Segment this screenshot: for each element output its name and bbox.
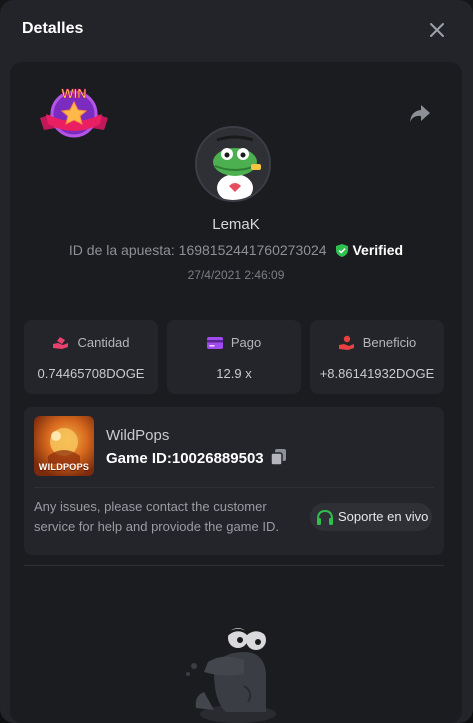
verified-label: Verified [352,242,404,258]
close-icon[interactable] [427,20,447,40]
stat-profit-value: +8.86141932DOGE [319,366,435,381]
stat-payout: Pago 12.9 x [167,320,301,394]
stat-amount-value: 0.74465708DOGE [37,366,145,381]
game-card: WILDPOPS WildPops Game ID:10026889503 An… [24,407,444,555]
win-badge-icon: WIN [40,86,108,138]
stat-profit: Beneficio +8.86141932DOGE [310,320,444,394]
username: LemaK [212,216,260,233]
game-thumbnail[interactable]: WILDPOPS [34,416,94,476]
stat-amount: Cantidad 0.74465708DOGE [24,320,158,394]
copy-icon[interactable] [270,448,288,466]
stat-amount-label: Cantidad [77,335,130,350]
stats-row: Cantidad 0.74465708DOGE Pago 12.9 x Bene… [24,320,444,394]
user-avatar [195,126,271,202]
crocodile-avatar-icon [197,128,269,200]
game-id-label: Game ID: [106,450,172,467]
crocodile-mascot-icon [186,628,276,723]
stat-payout-label: Pago [230,335,262,350]
bet-date: 27/4/2021 2:46:09 [187,268,285,282]
game-name: WildPops [106,427,170,444]
bet-details-panel: WIN LemaK ID de la apuesta: 169815244176… [10,62,462,723]
issue-text: Any issues, please contact the customer … [34,499,279,534]
profit-hand-icon [338,335,354,350]
modal-header: Detalles [0,0,473,60]
win-badge-text: WIN [61,86,86,101]
game-thumbnail-label: WILDPOPS [38,462,90,472]
game-id: Game ID:10026889503 [106,450,264,467]
verified-shield-icon [336,244,349,257]
card-icon [206,337,223,349]
stat-payout-value: 12.9 x [216,366,252,381]
bet-id-value: 1698152441760273024 [178,242,327,258]
support-button[interactable]: Soporte en vivo [310,503,432,531]
support-label: Soporte en vivo [338,509,429,524]
card-divider [34,487,434,488]
hand-coin-icon [53,337,69,349]
details-modal: Detalles WIN LemaK ID de la apuesta: 169… [0,0,473,723]
modal-title: Detalles [22,20,84,37]
bet-id-label: ID de la apuesta: [68,242,175,258]
game-id-value: 10026889503 [171,450,264,467]
headset-icon [317,509,333,525]
stat-profit-label: Beneficio [362,335,417,350]
section-divider [24,565,444,566]
bet-id-row: ID de la apuesta: 1698152441760273024 Ve… [10,242,462,258]
share-icon[interactable] [408,102,432,124]
